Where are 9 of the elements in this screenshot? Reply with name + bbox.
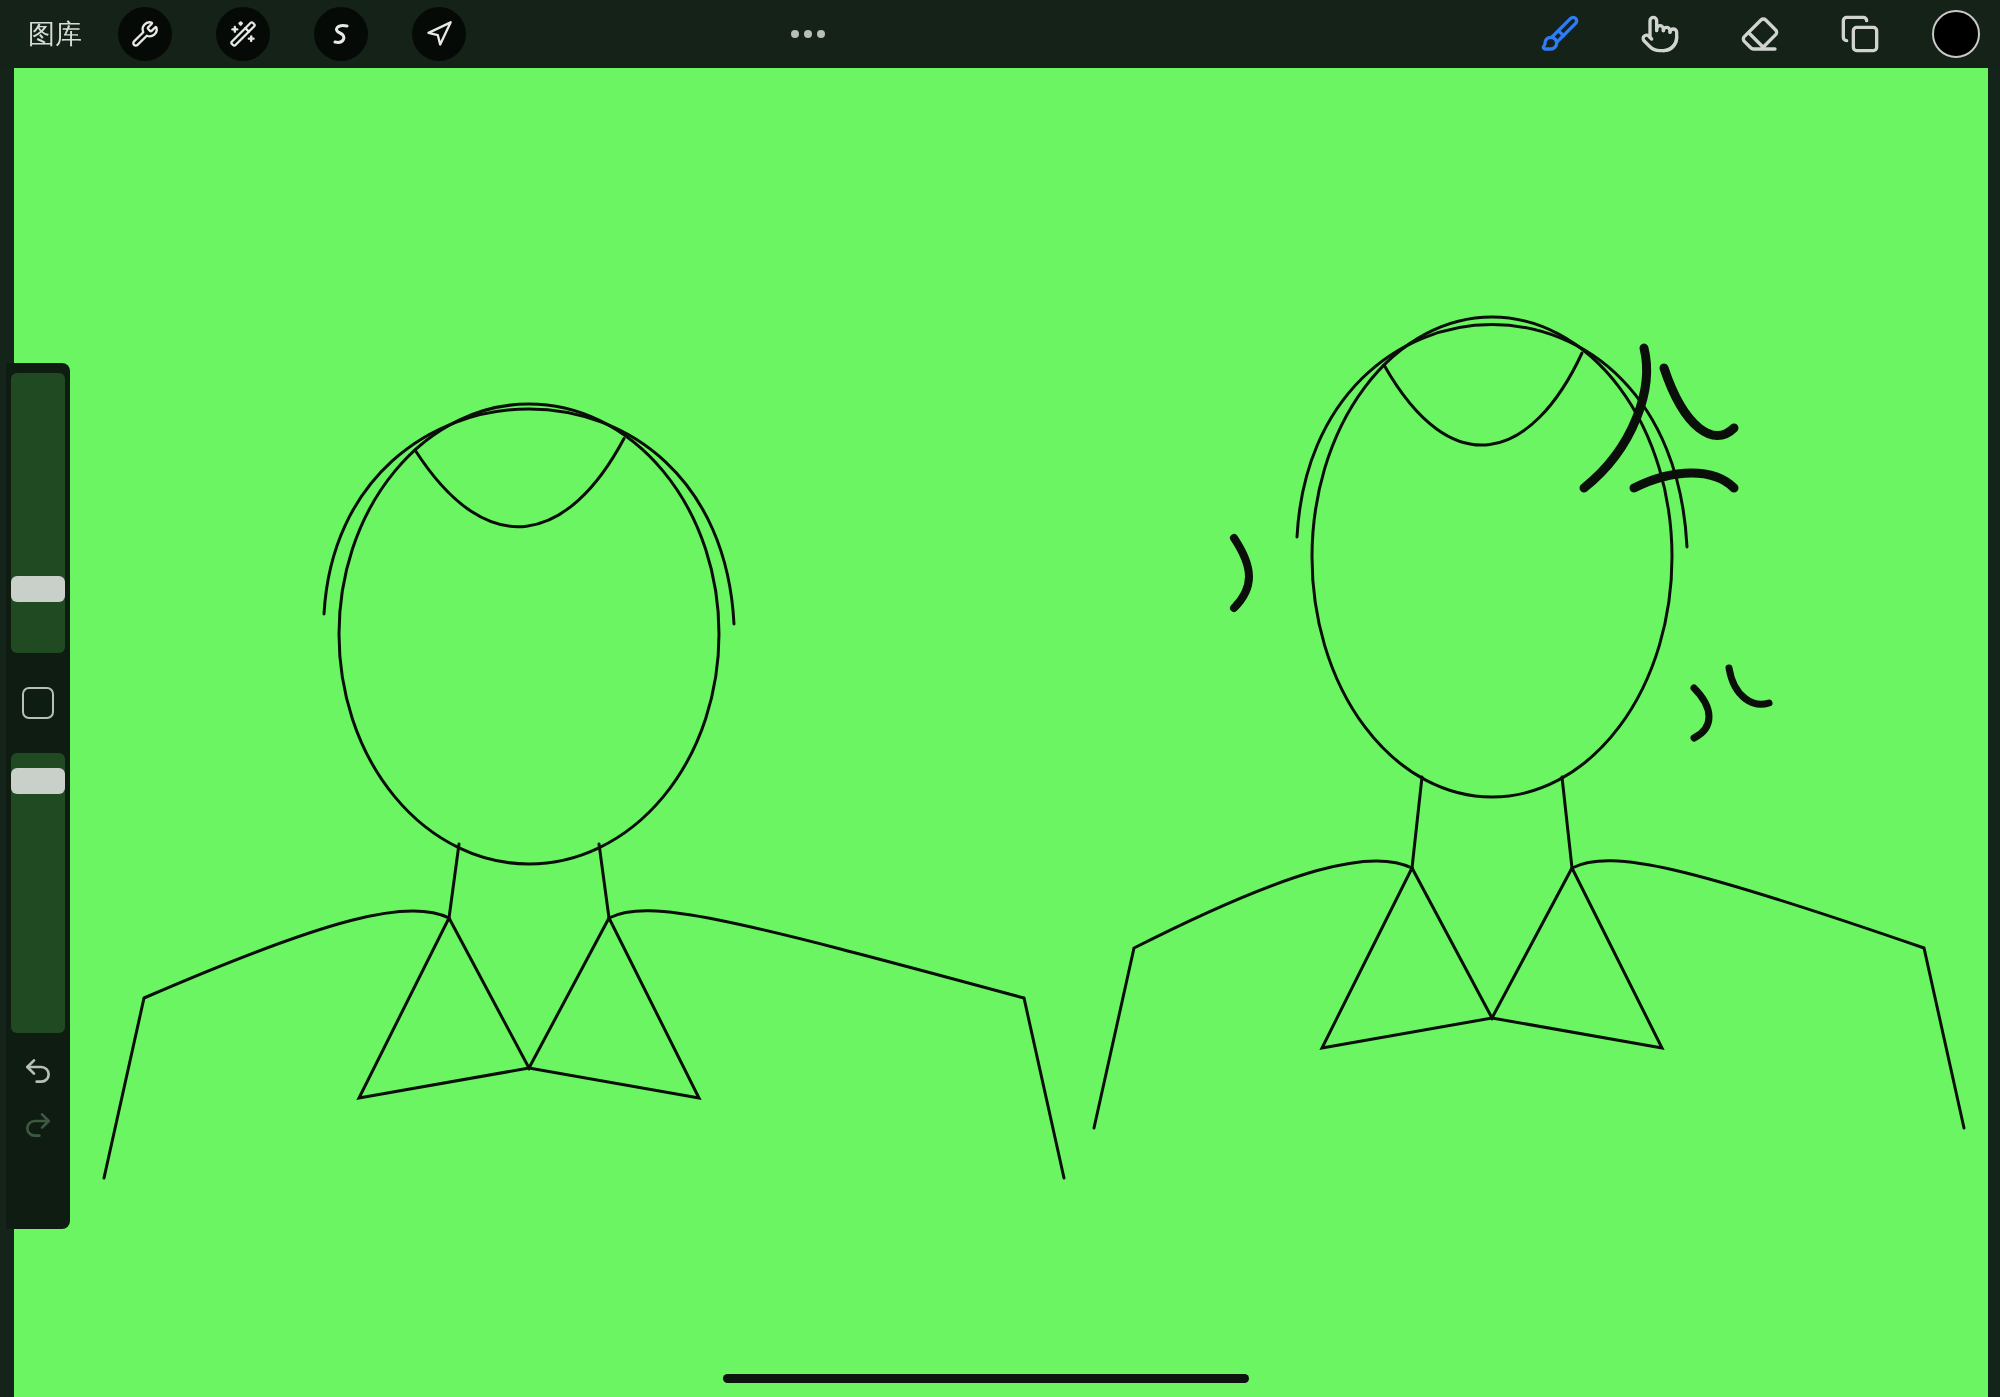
slider[interactable] (11, 753, 65, 1033)
gallery-link[interactable]: 图库 (28, 16, 82, 52)
modify-button[interactable] (22, 687, 54, 719)
selection-icon[interactable] (314, 7, 368, 61)
more-icon[interactable] (790, 29, 826, 39)
magic-wand-icon[interactable] (216, 7, 270, 61)
slider[interactable] (11, 373, 65, 653)
color-swatch[interactable] (1932, 10, 1980, 58)
wrench-icon[interactable] (118, 7, 172, 61)
